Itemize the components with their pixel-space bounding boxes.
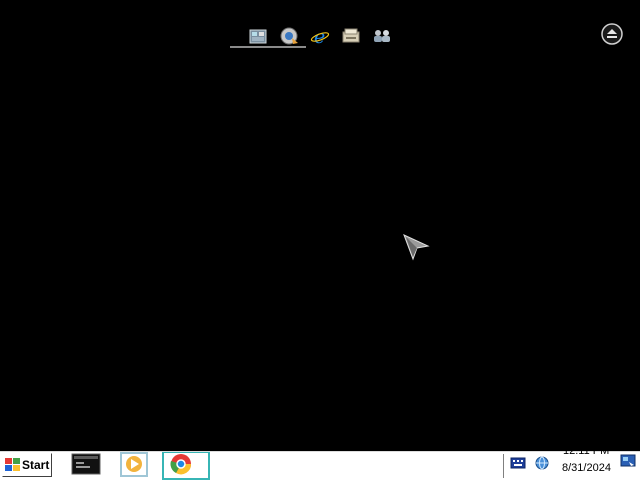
tray-divider (503, 454, 504, 478)
start-button[interactable]: Start (2, 453, 52, 477)
strip-underline (230, 46, 306, 48)
start-label: Start (22, 458, 50, 472)
chrome-app-icon[interactable] (162, 452, 210, 480)
network-users-icon[interactable] (372, 26, 392, 46)
terminal-icon[interactable] (70, 452, 102, 478)
clock-time: 12:11 PM (563, 445, 610, 457)
network-globe-icon[interactable] (534, 455, 550, 471)
windows-logo-icon (5, 458, 21, 472)
mouse-cursor-icon (402, 233, 430, 261)
taskbar: Start 12:11 PM 8/31/2024 (0, 445, 640, 480)
media-player-icon[interactable] (279, 26, 299, 46)
show-desktop-icon[interactable] (620, 453, 636, 469)
scanner-icon[interactable] (341, 26, 361, 46)
media-app-icon[interactable] (119, 452, 149, 478)
keyboard-icon[interactable] (510, 455, 526, 471)
internet-explorer-icon[interactable]: e (310, 26, 330, 46)
quick-launch-strip: e (230, 24, 400, 50)
toolbox-icon[interactable] (248, 26, 268, 46)
clock-date: 8/31/2024 (562, 462, 611, 474)
eject-icon[interactable] (600, 22, 624, 46)
desktop: e Start 12:11 PM 8/31/2024 (0, 0, 640, 480)
clock[interactable]: 12:11 PM 8/31/2024 (556, 445, 620, 480)
